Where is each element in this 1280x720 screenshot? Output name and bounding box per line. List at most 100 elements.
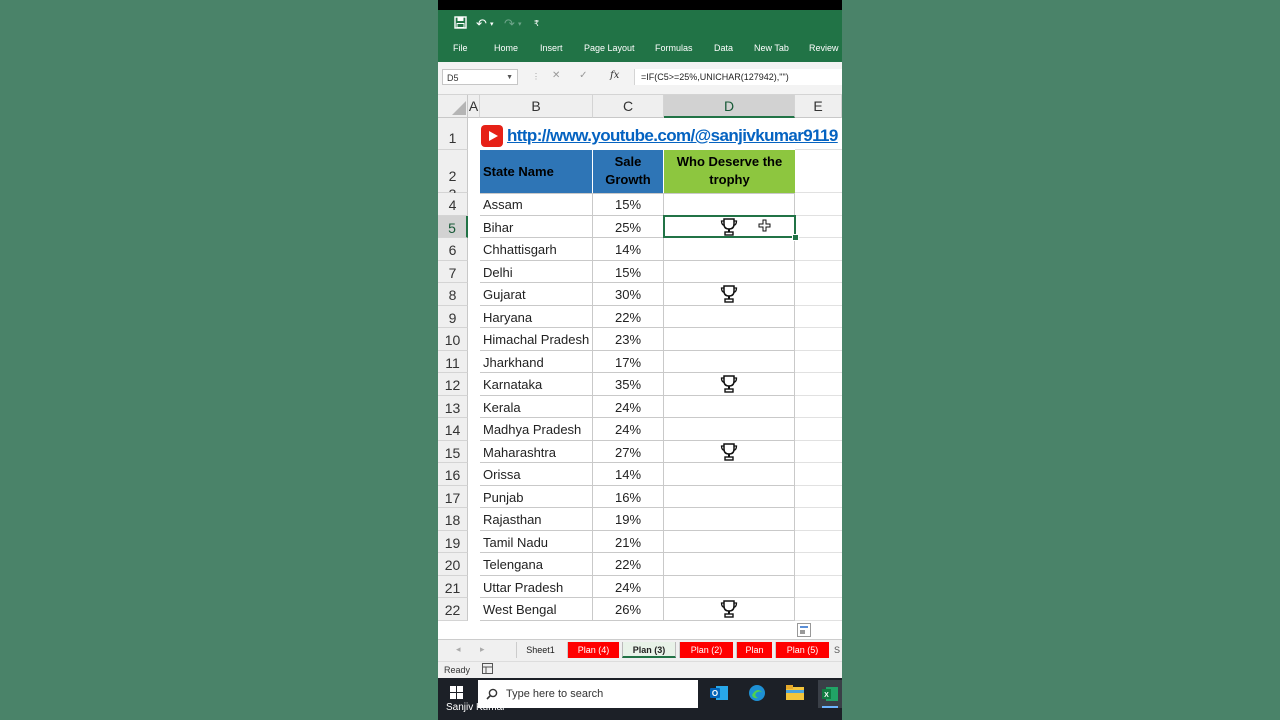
table-cell-growth[interactable]: 17%: [593, 350, 664, 373]
row-header-16[interactable]: 16: [438, 463, 468, 486]
table-cell-growth[interactable]: 22%: [593, 305, 664, 328]
ribbon-tab-review[interactable]: Review: [809, 43, 839, 53]
table-cell-state[interactable]: Himachal Pradesh: [480, 328, 593, 351]
formula-input[interactable]: =IF(C5>=25%,UNICHAR(127942),""): [634, 69, 842, 85]
table-cell-state[interactable]: Delhi: [480, 260, 593, 283]
row-header-12[interactable]: 12: [438, 373, 468, 396]
table-cell-state[interactable]: Bihar: [480, 215, 593, 238]
table-cell-growth[interactable]: 23%: [593, 328, 664, 351]
table-cell-trophy[interactable]: [664, 328, 795, 351]
taskbar-search-box[interactable]: Type here to search: [478, 680, 698, 708]
table-cell-growth[interactable]: 30%: [593, 283, 664, 306]
insert-function-icon[interactable]: fx: [610, 70, 619, 81]
sheet-tab-plan-2[interactable]: Plan (2): [679, 642, 733, 658]
table-cell-trophy[interactable]: [664, 305, 795, 328]
table-cell-growth[interactable]: 14%: [593, 463, 664, 486]
row-header-1[interactable]: 1: [438, 118, 468, 150]
scroll-right-icon[interactable]: ▸: [480, 644, 485, 655]
table-cell-growth[interactable]: 26%: [593, 598, 664, 621]
table-cell-state[interactable]: Rajasthan: [480, 508, 593, 531]
table-cell-state[interactable]: Chhattisgarh: [480, 238, 593, 261]
table-cell-trophy[interactable]: [664, 418, 795, 441]
table-cell-state[interactable]: Telengana: [480, 553, 593, 576]
ribbon-tab-new-tab[interactable]: New Tab: [754, 43, 789, 53]
cancel-icon[interactable]: ✕: [552, 70, 560, 81]
table-cell-state[interactable]: Tamil Nadu: [480, 530, 593, 553]
row-header-19[interactable]: 19: [438, 530, 468, 553]
table-cell-state[interactable]: Assam: [480, 193, 593, 216]
ribbon-tab-home[interactable]: Home: [494, 43, 518, 53]
enter-icon[interactable]: ✓: [579, 70, 587, 81]
ribbon-tab-insert[interactable]: Insert: [540, 43, 563, 53]
row-header-8[interactable]: 8: [438, 283, 468, 306]
row-header-4[interactable]: 4: [438, 193, 468, 216]
table-cell-trophy[interactable]: [664, 260, 795, 283]
sheet-tab-plan-4[interactable]: Plan (4): [567, 642, 619, 658]
table-cell-state[interactable]: Madhya Pradesh: [480, 418, 593, 441]
table-cell-trophy[interactable]: [664, 530, 795, 553]
table-cell-trophy[interactable]: [664, 193, 795, 216]
table-cell-growth[interactable]: 24%: [593, 575, 664, 598]
table-cell-state[interactable]: Kerala: [480, 395, 593, 418]
table-cell-trophy[interactable]: [664, 463, 795, 486]
undo-icon[interactable]: ↶: [476, 16, 487, 32]
redo-dropdown-icon[interactable]: ▾: [518, 20, 522, 28]
table-cell-state[interactable]: Gujarat: [480, 283, 593, 306]
table-cell-growth[interactable]: 24%: [593, 395, 664, 418]
table-cell-state[interactable]: Jharkhand: [480, 350, 593, 373]
name-box-dropdown-icon[interactable]: ▼: [506, 70, 513, 86]
row-header-18[interactable]: 18: [438, 508, 468, 531]
row-header-13[interactable]: 13: [438, 395, 468, 418]
sheet-tab-plan-5[interactable]: Plan (5): [775, 642, 829, 658]
redo-icon[interactable]: ↷: [504, 16, 515, 32]
table-cell-growth[interactable]: 19%: [593, 508, 664, 531]
column-header-c[interactable]: C: [593, 95, 664, 118]
row-header-15[interactable]: 15: [438, 440, 468, 463]
worksheet-grid[interactable]: ABCDE12345678910111213141516171819202122…: [438, 95, 842, 639]
row-header-5[interactable]: 5: [438, 215, 468, 238]
outlook-icon[interactable]: O: [710, 684, 728, 707]
table-cell-trophy[interactable]: [664, 553, 795, 576]
column-header-d[interactable]: D: [664, 95, 795, 118]
youtube-link[interactable]: http://www.youtube.com/@sanjivkumar9119: [507, 125, 838, 147]
table-cell-trophy[interactable]: [664, 508, 795, 531]
ribbon-tab-formulas[interactable]: Formulas: [655, 43, 693, 53]
table-cell-trophy[interactable]: [664, 395, 795, 418]
table-cell-trophy[interactable]: [664, 575, 795, 598]
name-box[interactable]: D5 ▼: [442, 69, 518, 85]
table-cell-growth[interactable]: 21%: [593, 530, 664, 553]
customize-toolbar-icon[interactable]: ₹: [534, 19, 539, 28]
quick-analysis-icon[interactable]: [797, 623, 811, 637]
table-cell-trophy[interactable]: [664, 485, 795, 508]
column-header-b[interactable]: B: [480, 95, 593, 118]
table-cell-state[interactable]: Haryana: [480, 305, 593, 328]
table-cell-growth[interactable]: 22%: [593, 553, 664, 576]
table-cell-state[interactable]: Uttar Pradesh: [480, 575, 593, 598]
table-cell-growth[interactable]: 24%: [593, 418, 664, 441]
row-header-7[interactable]: 7: [438, 260, 468, 283]
row-header-10[interactable]: 10: [438, 328, 468, 351]
fill-handle[interactable]: [792, 234, 799, 241]
table-cell-state[interactable]: Maharashtra: [480, 440, 593, 463]
row-header-20[interactable]: 20: [438, 553, 468, 576]
edge-icon[interactable]: [748, 684, 766, 707]
table-cell-growth[interactable]: 16%: [593, 485, 664, 508]
scroll-left-icon[interactable]: ◂: [456, 644, 461, 655]
sheet-tab-plan[interactable]: Plan: [736, 642, 772, 658]
table-cell-growth[interactable]: 27%: [593, 440, 664, 463]
table-cell-trophy[interactable]: [664, 350, 795, 373]
table-cell-growth[interactable]: 14%: [593, 238, 664, 261]
row-header-21[interactable]: 21: [438, 575, 468, 598]
table-cell-state[interactable]: West Bengal: [480, 598, 593, 621]
ribbon-tab-data[interactable]: Data: [714, 43, 733, 53]
table-cell-state[interactable]: Karnataka: [480, 373, 593, 396]
ribbon-tab-file[interactable]: File: [453, 43, 468, 53]
column-header-a[interactable]: A: [468, 95, 480, 118]
save-icon[interactable]: [454, 16, 467, 32]
table-cell-growth[interactable]: 15%: [593, 193, 664, 216]
column-header-e[interactable]: E: [795, 95, 842, 118]
ribbon-tab-page-layout[interactable]: Page Layout: [584, 43, 635, 53]
row-header-14[interactable]: 14: [438, 418, 468, 441]
table-cell-growth[interactable]: 25%: [593, 215, 664, 238]
undo-dropdown-icon[interactable]: ▾: [490, 20, 494, 28]
